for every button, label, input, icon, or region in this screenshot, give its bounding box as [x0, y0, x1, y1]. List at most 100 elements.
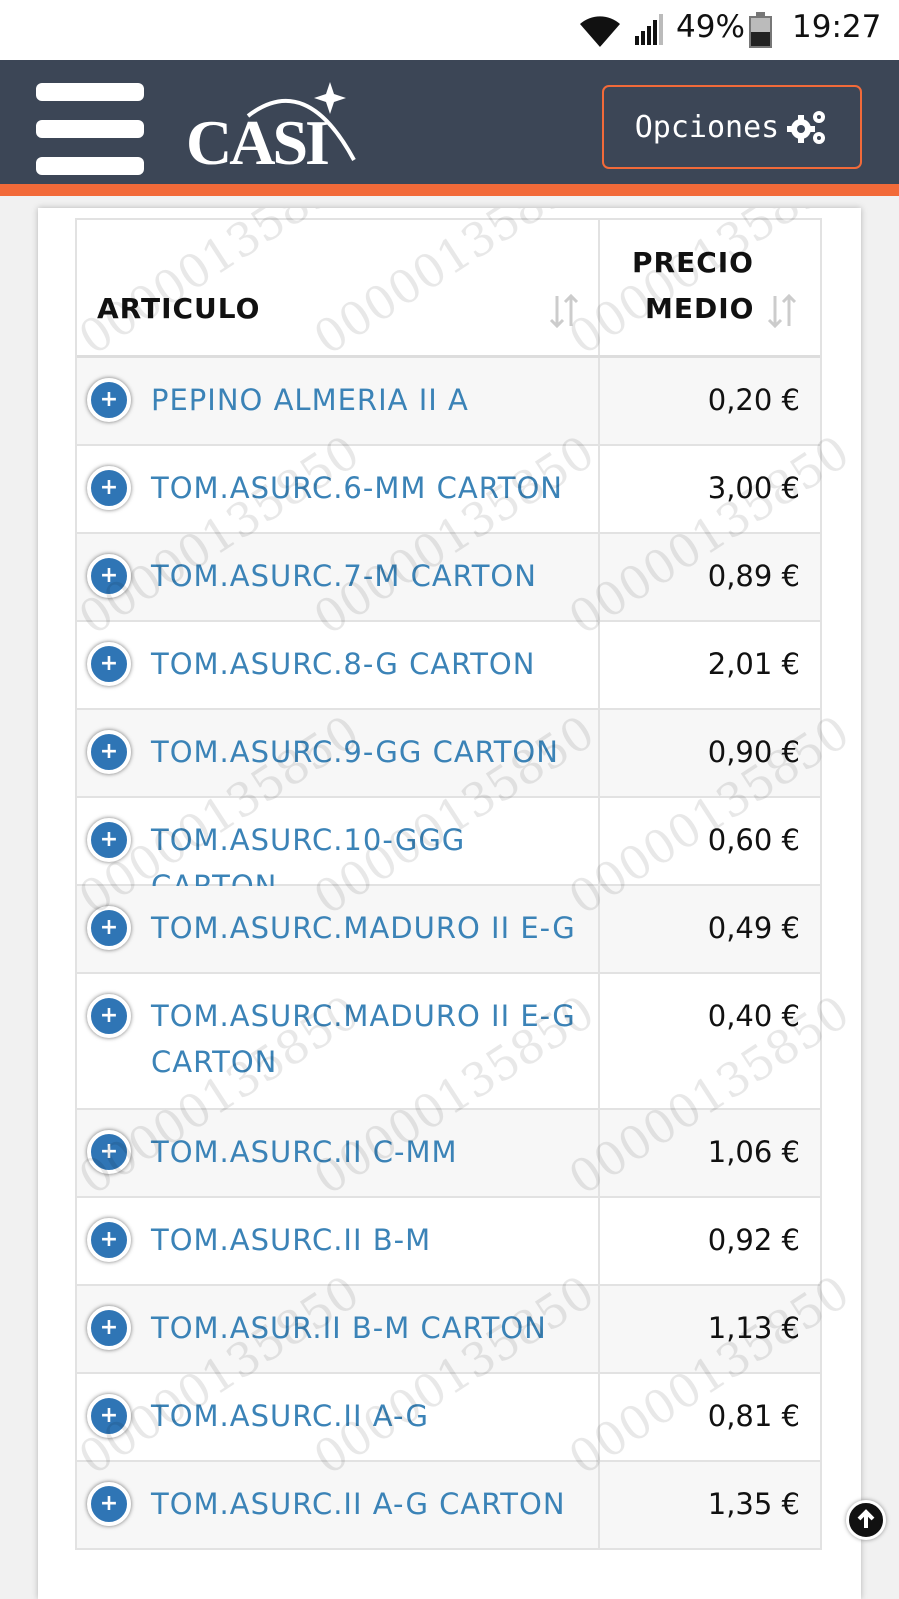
- precio-value: 0,40 €: [707, 999, 800, 1033]
- header-medio: MEDIO: [645, 292, 755, 325]
- cell-articulo: TOM.ASURC.8-G CARTON: [77, 622, 600, 708]
- precio-value: 1,06 €: [707, 1135, 800, 1169]
- cell-articulo: TOM.ASURC.II B-M: [77, 1198, 600, 1284]
- table-row[interactable]: PEPINO ALMERIA II A 0,20 €: [77, 358, 820, 446]
- cell-articulo: TOM.ASURC.MADURO II E-G: [77, 886, 600, 972]
- articulo-name[interactable]: TOM.ASUR.II B-M CARTON: [151, 1305, 591, 1351]
- cell-precio: 1,13 €: [600, 1286, 820, 1372]
- precio-value: 0,49 €: [707, 911, 800, 945]
- cell-articulo: PEPINO ALMERIA II A: [77, 358, 600, 444]
- hamburger-menu-icon[interactable]: [36, 83, 146, 175]
- wifi-icon: [580, 16, 620, 47]
- table-row[interactable]: TOM.ASURC.9-GG CARTON 0,90 €: [77, 710, 820, 798]
- articulo-name[interactable]: TOM.ASURC.II A-G CARTON: [151, 1481, 591, 1527]
- expand-plus-icon[interactable]: [87, 906, 131, 950]
- casi-logo: CASI: [186, 76, 366, 178]
- table-row[interactable]: TOM.ASURC.II C-MM 1,06 €: [77, 1110, 820, 1198]
- cell-articulo: TOM.ASURC.II A-G: [77, 1374, 600, 1460]
- precio-value: 0,20 €: [707, 383, 800, 417]
- table-row[interactable]: TOM.ASURC.6-MM CARTON 3,00 €: [77, 446, 820, 534]
- column-precio-medio[interactable]: PRECIO MEDIO: [600, 220, 820, 355]
- precio-value: 0,89 €: [707, 559, 800, 593]
- app-header: CASI Opciones: [0, 60, 899, 196]
- cell-precio: 2,01 €: [600, 622, 820, 708]
- expand-plus-icon[interactable]: [87, 818, 131, 862]
- precio-value: 2,01 €: [707, 647, 800, 681]
- header-precio: PRECIO: [632, 246, 754, 279]
- precio-value: 1,13 €: [707, 1311, 800, 1345]
- sort-icon[interactable]: [547, 292, 581, 328]
- signal-icon: [635, 14, 663, 45]
- articulo-name[interactable]: TOM.ASURC.MADURO II E-G: [151, 905, 591, 951]
- price-card: ARTICULO PRECIO MEDIO PEPINO ALMERIA II …: [38, 208, 861, 1599]
- expand-plus-icon[interactable]: [87, 1482, 131, 1526]
- table-header: ARTICULO PRECIO MEDIO: [77, 218, 820, 358]
- expand-plus-icon[interactable]: [87, 994, 131, 1038]
- table-row[interactable]: TOM.ASURC.7-M CARTON 0,89 €: [77, 534, 820, 622]
- cell-precio: 0,89 €: [600, 534, 820, 620]
- articulo-name[interactable]: TOM.ASURC.MADURO II E-G CARTON: [151, 993, 591, 1085]
- expand-plus-icon[interactable]: [87, 1306, 131, 1350]
- cell-precio: 0,60 €: [600, 798, 820, 884]
- cell-precio: 3,00 €: [600, 446, 820, 532]
- table-row[interactable]: TOM.ASURC.MADURO II E-G CARTON 0,40 €: [77, 974, 820, 1110]
- table-row[interactable]: TOM.ASURC.10-GGG CARTON 0,60 €: [77, 798, 820, 903]
- cell-articulo: TOM.ASURC.9-GG CARTON: [77, 710, 600, 796]
- cell-precio: 1,06 €: [600, 1110, 820, 1196]
- back-to-top-button[interactable]: [846, 1500, 886, 1540]
- articulo-name[interactable]: TOM.ASURC.9-GG CARTON: [151, 729, 591, 775]
- articulo-name[interactable]: TOM.ASURC.6-MM CARTON: [151, 465, 591, 511]
- precio-value: 0,81 €: [707, 1399, 800, 1433]
- expand-plus-icon[interactable]: [87, 378, 131, 422]
- table-row[interactable]: TOM.ASURC.II A-G CARTON 1,35 €: [77, 1462, 820, 1550]
- precio-value: 0,90 €: [707, 735, 800, 769]
- table-row[interactable]: TOM.ASURC.II B-M 0,92 €: [77, 1198, 820, 1286]
- arrow-up-icon: [857, 1509, 875, 1528]
- column-articulo[interactable]: ARTICULO: [77, 220, 600, 355]
- cell-precio: 0,81 €: [600, 1374, 820, 1460]
- status-bar: 49% 19:27: [0, 0, 899, 60]
- table-row[interactable]: TOM.ASUR.II B-M CARTON 1,13 €: [77, 1286, 820, 1374]
- cell-articulo: TOM.ASUR.II B-M CARTON: [77, 1286, 600, 1372]
- options-label: Opciones: [634, 109, 780, 145]
- articulo-name[interactable]: TOM.ASURC.8-G CARTON: [151, 641, 591, 687]
- cell-precio: 0,49 €: [600, 886, 820, 972]
- cell-articulo: TOM.ASURC.7-M CARTON: [77, 534, 600, 620]
- sort-icon[interactable]: [765, 292, 799, 328]
- header-articulo: ARTICULO: [97, 292, 261, 325]
- articulo-name[interactable]: PEPINO ALMERIA II A: [151, 377, 591, 423]
- expand-plus-icon[interactable]: [87, 730, 131, 774]
- cell-precio: 0,40 €: [600, 974, 820, 1108]
- table-row[interactable]: TOM.ASURC.MADURO II E-G 0,49 €: [77, 886, 820, 974]
- articulo-name[interactable]: TOM.ASURC.7-M CARTON: [151, 553, 591, 599]
- table-body: PEPINO ALMERIA II A 0,20 € TOM.ASURC.6-MM …: [77, 358, 820, 1550]
- articulo-name[interactable]: TOM.ASURC.II C-MM: [151, 1129, 591, 1175]
- cell-articulo: TOM.ASURC.II C-MM: [77, 1110, 600, 1196]
- logo-text: CASI: [186, 107, 330, 178]
- cell-precio: 0,92 €: [600, 1198, 820, 1284]
- precio-value: 0,60 €: [707, 823, 800, 857]
- table-row[interactable]: TOM.ASURC.8-G CARTON 2,01 €: [77, 622, 820, 710]
- precio-value: 3,00 €: [707, 471, 800, 505]
- options-button[interactable]: Opciones: [602, 85, 862, 169]
- expand-plus-icon[interactable]: [87, 466, 131, 510]
- cell-articulo: TOM.ASURC.MADURO II E-G CARTON: [77, 974, 600, 1108]
- battery-fill: [751, 32, 770, 46]
- expand-plus-icon[interactable]: [87, 554, 131, 598]
- expand-plus-icon[interactable]: [87, 1218, 131, 1262]
- precio-value: 0,92 €: [707, 1223, 800, 1257]
- articulo-name[interactable]: TOM.ASURC.II B-M: [151, 1217, 591, 1263]
- cell-precio: 0,20 €: [600, 358, 820, 444]
- cell-precio: 1,35 €: [600, 1462, 820, 1548]
- expand-plus-icon[interactable]: [87, 1394, 131, 1438]
- cell-precio: 0,90 €: [600, 710, 820, 796]
- expand-plus-icon[interactable]: [87, 1130, 131, 1174]
- cell-articulo: TOM.ASURC.II A-G CARTON: [77, 1462, 600, 1548]
- battery-icon: [749, 12, 772, 48]
- clock: 19:27: [792, 9, 882, 45]
- expand-plus-icon[interactable]: [87, 642, 131, 686]
- table-row[interactable]: TOM.ASURC.II A-G 0,81 €: [77, 1374, 820, 1462]
- articulo-name[interactable]: TOM.ASURC.II A-G: [151, 1393, 591, 1439]
- cell-articulo: TOM.ASURC.6-MM CARTON: [77, 446, 600, 532]
- price-table: ARTICULO PRECIO MEDIO PEPINO ALMERIA II …: [75, 218, 822, 1550]
